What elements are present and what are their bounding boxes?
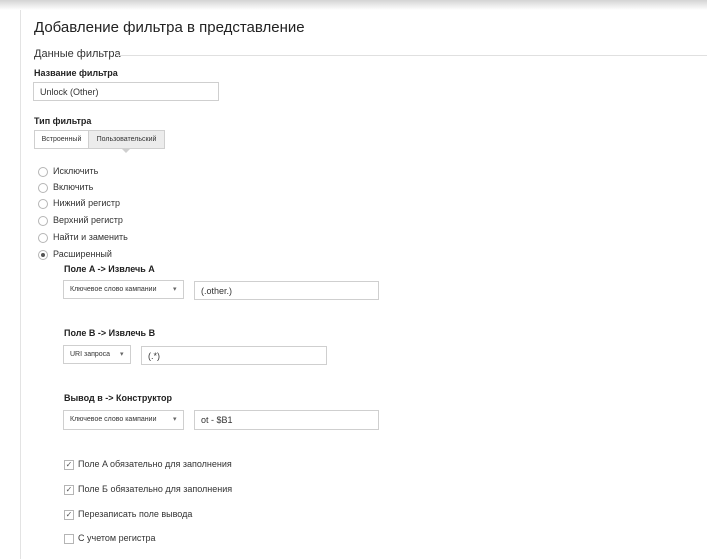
- radio-button[interactable]: [38, 199, 48, 209]
- radio-button-checked[interactable]: [38, 250, 48, 260]
- filter-name-label: Название фильтра: [34, 68, 118, 78]
- chevron-down-icon: ▾: [173, 286, 177, 293]
- field-b-input[interactable]: [141, 346, 327, 365]
- dropdown-value: URI запроса: [70, 351, 111, 358]
- radio-label: Нижний регистр: [53, 198, 121, 208]
- radio-label: Исключить: [53, 166, 99, 176]
- radio-label: Верхний регистр: [53, 215, 123, 225]
- top-shadow: [0, 0, 707, 10]
- chevron-down-icon: ▾: [173, 416, 177, 423]
- checkbox-unchecked[interactable]: [64, 534, 74, 544]
- dropdown-value: Ключевое слово кампании: [70, 416, 157, 423]
- radio-button[interactable]: [38, 183, 48, 193]
- radio-label: Найти и заменить: [53, 232, 128, 242]
- tab-builtin[interactable]: Встроенный: [34, 130, 89, 149]
- radio-label: Включить: [53, 182, 94, 192]
- field-a-dropdown[interactable]: Ключевое слово кампании ▾: [63, 280, 184, 299]
- field-b-label: Поле B -> Извлечь B: [64, 328, 156, 338]
- left-divider: [20, 10, 21, 559]
- output-label: Вывод в -> Конструктор: [64, 393, 172, 403]
- radio-button[interactable]: [38, 233, 48, 243]
- radio-button[interactable]: [38, 167, 48, 177]
- dropdown-value: Ключевое слово кампании: [70, 286, 157, 293]
- active-tab-caret: [121, 148, 131, 153]
- checkbox-label: Перезаписать поле вывода: [78, 509, 193, 519]
- checkbox-checked[interactable]: ✓: [64, 460, 74, 470]
- filter-name-input[interactable]: [33, 82, 219, 101]
- checkbox-checked[interactable]: ✓: [64, 485, 74, 495]
- field-a-input[interactable]: [194, 281, 379, 300]
- radio-label: Расширенный: [53, 249, 112, 259]
- field-b-dropdown[interactable]: URI запроса ▾: [63, 345, 131, 364]
- field-a-label: Поле A -> Извлечь A: [64, 264, 155, 274]
- chevron-down-icon: ▾: [120, 351, 124, 358]
- tab-custom[interactable]: Пользовательский: [88, 130, 165, 149]
- output-input[interactable]: [194, 410, 379, 430]
- radio-button[interactable]: [38, 216, 48, 226]
- section-label: Данные фильтра: [34, 48, 121, 60]
- checkbox-label: Поле A обязательно для заполнения: [78, 459, 232, 469]
- filter-type-label: Тип фильтра: [34, 116, 92, 126]
- checkbox-label: Поле Б обязательно для заполнения: [78, 484, 233, 494]
- section-divider: [118, 55, 707, 56]
- page-title: Добавление фильтра в представление: [34, 19, 305, 36]
- checkbox-checked[interactable]: ✓: [64, 510, 74, 520]
- output-dropdown[interactable]: Ключевое слово кампании ▾: [63, 410, 184, 430]
- checkbox-label: С учетом регистра: [78, 533, 156, 543]
